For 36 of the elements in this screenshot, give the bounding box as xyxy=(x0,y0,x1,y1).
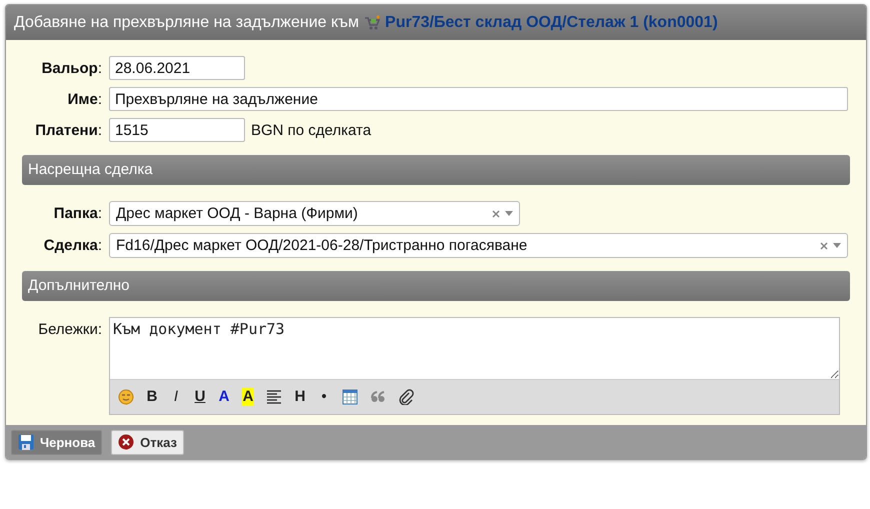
dropdown-field[interactable]: Fd16/Дрес маркет ООД/2021-06-28/Тристранно погасяване xyxy=(109,233,848,258)
align-left-icon[interactable] xyxy=(266,389,282,405)
cancel-button[interactable]: Отказ xyxy=(111,430,184,454)
paperclip-icon[interactable] xyxy=(398,389,414,405)
clear-icon[interactable] xyxy=(492,210,500,218)
draft-button[interactable]: Чернова xyxy=(11,430,102,454)
bullet-button[interactable]: • xyxy=(318,388,330,406)
notes-field[interactable]: Към документ #Pur73 xyxy=(110,318,839,380)
close-icon xyxy=(118,434,134,450)
text-field[interactable]: Прехвърляне на задължение xyxy=(109,87,848,111)
window-title: Добавяне на прехвърляне на задължение към xyxy=(14,14,360,32)
highlight-button[interactable]: A xyxy=(242,388,254,406)
text-color-button[interactable]: A xyxy=(218,388,230,406)
text-field[interactable]: 1515 xyxy=(109,118,245,142)
heading-button[interactable]: H xyxy=(294,388,306,406)
field-label: Платени: xyxy=(34,122,103,138)
section-header: Насрещна сделка xyxy=(22,155,850,185)
bold-button[interactable]: B xyxy=(146,388,158,406)
dropdown-field[interactable]: Дрес маркет ООД - Варна (Фирми) xyxy=(109,201,520,226)
field-label: Вальор: xyxy=(40,60,103,76)
quote-icon[interactable] xyxy=(370,389,386,405)
italic-button[interactable]: I xyxy=(170,388,182,406)
field-label: Бележки: xyxy=(37,320,103,338)
cart-icon xyxy=(364,14,380,30)
caret-icon[interactable] xyxy=(833,243,841,248)
underline-button[interactable]: U xyxy=(194,388,206,406)
field-label: Име: xyxy=(66,90,103,108)
text-field[interactable]: 28.06.2021 xyxy=(109,56,245,80)
clear-icon[interactable] xyxy=(820,242,828,250)
field-label: Папка: xyxy=(52,205,103,222)
smiley-icon[interactable] xyxy=(118,389,134,405)
section-header: Допълнително xyxy=(22,271,850,301)
caret-icon[interactable] xyxy=(505,211,513,216)
currency-note: BGN по сделката xyxy=(251,122,372,138)
table-icon[interactable] xyxy=(342,389,358,405)
field-label: Сделка: xyxy=(42,237,103,254)
